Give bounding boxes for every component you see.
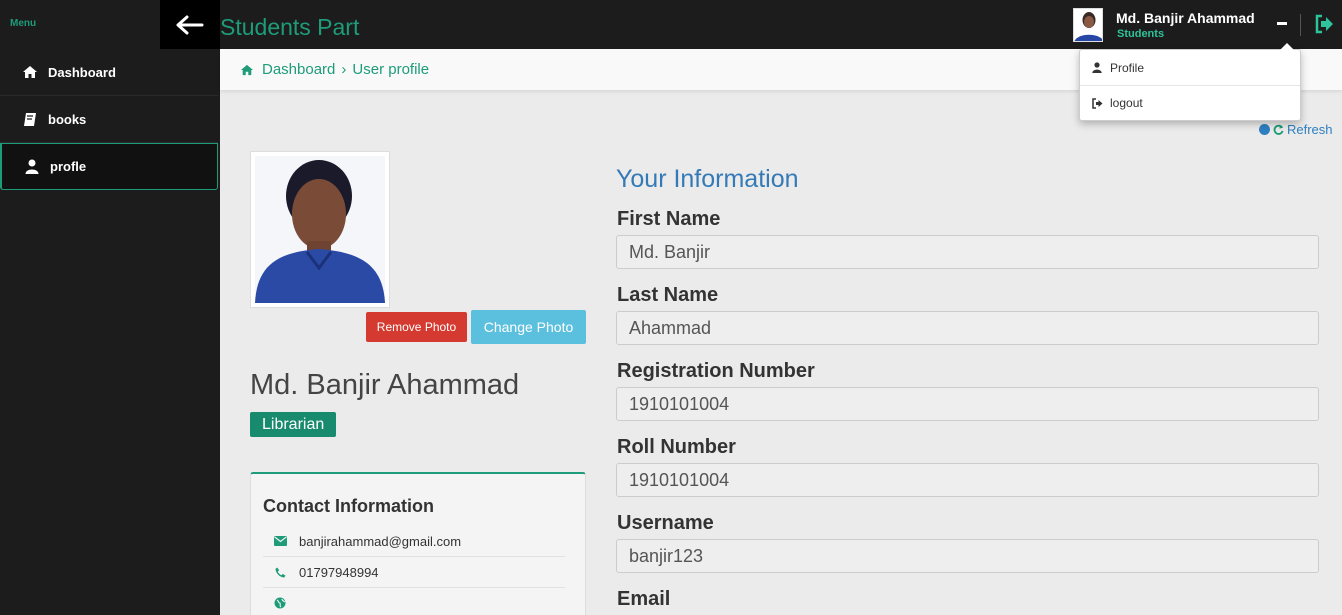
- envelope-icon: [273, 536, 287, 546]
- breadcrumb-link-dashboard[interactable]: Dashboard: [262, 61, 335, 78]
- user-menu-toggle[interactable]: [1277, 22, 1287, 25]
- home-icon: [240, 64, 254, 76]
- contact-email: banjirahammad@gmail.com: [263, 526, 565, 557]
- user-name: Md. Banjir Ahammad: [1116, 10, 1255, 26]
- sidebar-item-label: profle: [50, 159, 87, 174]
- arrow-left-icon: [176, 15, 204, 34]
- divider: [1300, 14, 1301, 36]
- sidebar-item-books[interactable]: books: [0, 96, 218, 143]
- phone-icon: [273, 566, 287, 578]
- info-title: Your Information: [616, 165, 799, 193]
- contact-website: [263, 588, 565, 615]
- sign-out-icon: [1091, 97, 1103, 109]
- registration-number-field[interactable]: 1910101004: [616, 387, 1319, 421]
- roll-number-field[interactable]: 1910101004: [616, 463, 1319, 497]
- registration-number-label: Registration Number: [617, 360, 815, 382]
- contact-card: Contact Information banjirahammad@gmail.…: [250, 472, 586, 615]
- remove-photo-button[interactable]: Remove Photo: [366, 312, 467, 342]
- sidebar-nav: Dashboard books profle: [0, 49, 218, 190]
- back-arrow-button[interactable]: [160, 0, 220, 49]
- sign-out-icon[interactable]: [1314, 14, 1334, 39]
- roll-number-label: Roll Number: [617, 436, 736, 458]
- breadcrumb-current: User profile: [352, 61, 430, 78]
- refresh-icon: [1273, 124, 1284, 135]
- refresh-label: Refresh: [1287, 122, 1333, 137]
- first-name-field[interactable]: Md. Banjir: [616, 235, 1319, 269]
- menu-label: Menu: [10, 18, 37, 29]
- sidebar-item-label: Dashboard: [48, 64, 116, 80]
- username-label: Username: [617, 512, 714, 534]
- sidebar-item-dashboard[interactable]: Dashboard: [0, 49, 218, 96]
- sidebar: Menu Dashboard books profle: [0, 0, 220, 615]
- menu-item-label: Profile: [1110, 60, 1145, 75]
- home-icon: [20, 65, 40, 79]
- role-badge: Librarian: [250, 412, 337, 437]
- user-avatar[interactable]: [1073, 8, 1103, 42]
- top-bar: Students Part Md. Banjir Ahammad Student…: [220, 0, 1342, 49]
- contact-phone-value: 01797948994: [299, 564, 379, 580]
- contact-email-value: banjirahammad@gmail.com: [299, 533, 462, 549]
- username-field[interactable]: banjir123: [616, 539, 1319, 573]
- status-dot: [1259, 124, 1270, 135]
- contact-phone: 01797948994: [263, 557, 565, 588]
- menu-item-profile[interactable]: Profile: [1080, 50, 1300, 85]
- profile-photo: [250, 151, 390, 308]
- globe-icon: [273, 597, 287, 609]
- user-role: Students: [1117, 28, 1165, 40]
- menu-item-logout[interactable]: logout: [1080, 85, 1300, 120]
- first-name-label: First Name: [617, 208, 721, 230]
- email-label: Email: [617, 588, 671, 610]
- last-name-field[interactable]: Ahammad: [616, 311, 1319, 345]
- profile-name: Md. Banjir Ahammad: [250, 369, 520, 401]
- change-photo-button[interactable]: Change Photo: [471, 310, 586, 344]
- refresh-link[interactable]: Refresh: [1259, 122, 1333, 137]
- menu-item-label: logout: [1110, 96, 1143, 110]
- user-icon: [1091, 62, 1103, 73]
- user-icon: [22, 159, 42, 174]
- sidebar-item-label: books: [48, 111, 87, 127]
- sidebar-item-profile[interactable]: profle: [0, 143, 218, 190]
- breadcrumb-separator: ›: [341, 61, 347, 78]
- user-dropdown-menu: Profile logout: [1079, 43, 1301, 121]
- contact-title: Contact Information: [263, 496, 434, 516]
- app-title: Students Part: [220, 14, 360, 40]
- last-name-label: Last Name: [617, 284, 719, 306]
- book-icon: [20, 112, 40, 127]
